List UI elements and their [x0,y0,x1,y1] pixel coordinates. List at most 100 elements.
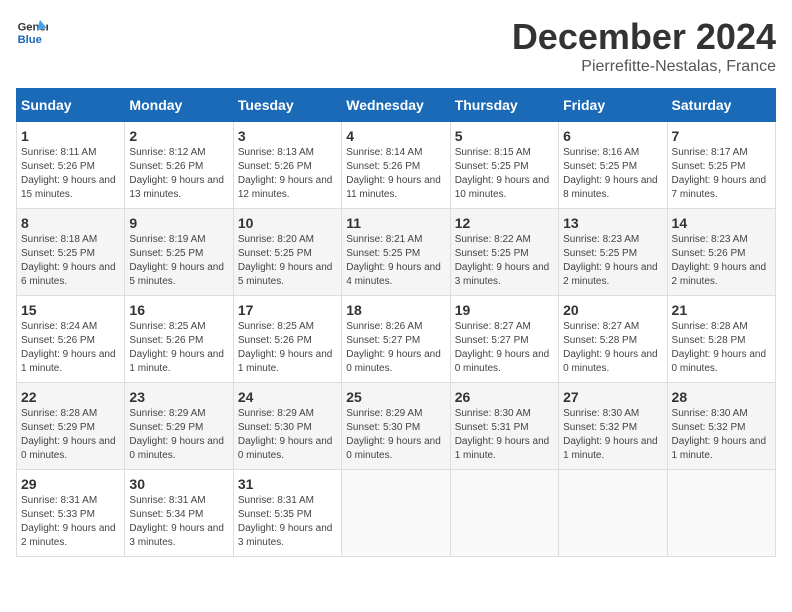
day-number: 17 [238,302,337,318]
day-number: 19 [455,302,554,318]
day-number: 4 [346,128,445,144]
calendar-cell: 27 Sunrise: 8:30 AMSunset: 5:32 PMDayligh… [559,383,667,470]
calendar-cell: 22Sunrise: 8:28 AMSunset: 5:29 PMDayligh… [17,383,125,470]
calendar-cell: 8 Sunrise: 8:18 AMSunset: 5:25 PMDaylight… [17,209,125,296]
calendar-table: SundayMondayTuesdayWednesdayThursdayFrid… [16,88,776,557]
day-number: 21 [672,302,771,318]
day-detail: Sunrise: 8:29 AMSunset: 5:29 PMDaylight:… [129,407,228,463]
day-detail: Sunrise: 8:18 AMSunset: 5:25 PMDaylight:… [21,233,120,289]
calendar-cell: 23Sunrise: 8:29 AMSunset: 5:29 PMDayligh… [125,383,233,470]
calendar-cell: 13 Sunrise: 8:23 AMSunset: 5:25 PMDayligh… [559,209,667,296]
day-detail: Sunrise: 8:16 AMSunset: 5:25 PMDaylight:… [563,146,662,202]
calendar-cell: 9 Sunrise: 8:19 AMSunset: 5:25 PMDaylight… [125,209,233,296]
calendar-cell: 12 Sunrise: 8:22 AMSunset: 5:25 PMDayligh… [450,209,558,296]
calendar-cell: 2Sunrise: 8:12 AMSunset: 5:26 PMDaylight… [125,122,233,209]
day-detail: Sunrise: 8:13 AMSunset: 5:26 PMDaylight:… [238,146,337,202]
header-monday: Monday [125,89,233,122]
day-number: 1 [21,128,120,144]
day-number: 8 [21,215,120,231]
calendar-cell: 31 Sunrise: 8:31 AMSunset: 5:35 PMDayligh… [233,470,341,557]
day-number: 15 [21,302,120,318]
calendar-cell: 26Sunrise: 8:30 AMSunset: 5:31 PMDayligh… [450,383,558,470]
day-number: 27 [563,389,662,405]
logo-icon: General Blue [16,16,48,48]
calendar-cell: 3 Sunrise: 8:13 AMSunset: 5:26 PMDaylight… [233,122,341,209]
calendar-cell: 15 Sunrise: 8:24 AMSunset: 5:26 PMDayligh… [17,296,125,383]
day-number: 24 [238,389,337,405]
week-row-1: 1 Sunrise: 8:11 AMSunset: 5:26 PMDaylight… [17,122,776,209]
week-row-3: 15 Sunrise: 8:24 AMSunset: 5:26 PMDayligh… [17,296,776,383]
day-number: 6 [563,128,662,144]
day-number: 16 [129,302,228,318]
day-detail: Sunrise: 8:15 AMSunset: 5:25 PMDaylight:… [455,146,554,202]
day-number: 9 [129,215,228,231]
day-detail: Sunrise: 8:11 AMSunset: 5:26 PMDaylight:… [21,146,120,202]
day-number: 25 [346,389,445,405]
calendar-cell: 20Sunrise: 8:27 AMSunset: 5:28 PMDayligh… [559,296,667,383]
day-detail: Sunrise: 8:29 AMSunset: 5:30 PMDaylight:… [346,407,445,463]
day-detail: Sunrise: 8:19 AMSunset: 5:25 PMDaylight:… [129,233,228,289]
day-detail: Sunrise: 8:26 AMSunset: 5:27 PMDaylight:… [346,320,445,376]
day-number: 28 [672,389,771,405]
calendar-cell [342,470,450,557]
calendar-cell: 17 Sunrise: 8:25 AMSunset: 5:26 PMDayligh… [233,296,341,383]
day-number: 30 [129,476,228,492]
day-detail: Sunrise: 8:23 AMSunset: 5:26 PMDaylight:… [672,233,771,289]
day-detail: Sunrise: 8:28 AMSunset: 5:29 PMDaylight:… [21,407,120,463]
day-number: 31 [238,476,337,492]
calendar-cell [450,470,558,557]
week-row-2: 8 Sunrise: 8:18 AMSunset: 5:25 PMDaylight… [17,209,776,296]
calendar-cell: 14 Sunrise: 8:23 AMSunset: 5:26 PMDayligh… [667,209,775,296]
day-detail: Sunrise: 8:29 AMSunset: 5:30 PMDaylight:… [238,407,337,463]
day-detail: Sunrise: 8:22 AMSunset: 5:25 PMDaylight:… [455,233,554,289]
calendar-cell: 30 Sunrise: 8:31 AMSunset: 5:34 PMDayligh… [125,470,233,557]
day-detail: Sunrise: 8:30 AMSunset: 5:32 PMDaylight:… [672,407,771,463]
month-title: December 2024 [512,16,776,58]
calendar-cell: 6 Sunrise: 8:16 AMSunset: 5:25 PMDaylight… [559,122,667,209]
calendar-cell: 4 Sunrise: 8:14 AMSunset: 5:26 PMDaylight… [342,122,450,209]
calendar-cell: 19 Sunrise: 8:27 AMSunset: 5:27 PMDayligh… [450,296,558,383]
day-number: 12 [455,215,554,231]
day-detail: Sunrise: 8:14 AMSunset: 5:26 PMDaylight:… [346,146,445,202]
day-detail: Sunrise: 8:25 AMSunset: 5:26 PMDaylight:… [238,320,337,376]
header-tuesday: Tuesday [233,89,341,122]
header-thursday: Thursday [450,89,558,122]
calendar-cell: 25 Sunrise: 8:29 AMSunset: 5:30 PMDayligh… [342,383,450,470]
day-detail: Sunrise: 8:23 AMSunset: 5:25 PMDaylight:… [563,233,662,289]
day-number: 14 [672,215,771,231]
day-detail: Sunrise: 8:17 AMSunset: 5:25 PMDaylight:… [672,146,771,202]
page-header: General Blue December 2024 Pierrefitte-N… [16,16,776,76]
svg-text:Blue: Blue [18,34,42,46]
calendar-cell: 21Sunrise: 8:28 AMSunset: 5:28 PMDayligh… [667,296,775,383]
day-detail: Sunrise: 8:27 AMSunset: 5:27 PMDaylight:… [455,320,554,376]
calendar-cell: 28 Sunrise: 8:30 AMSunset: 5:32 PMDayligh… [667,383,775,470]
location: Pierrefitte-Nestalas, France [512,58,776,76]
day-detail: Sunrise: 8:24 AMSunset: 5:26 PMDaylight:… [21,320,120,376]
week-row-4: 22Sunrise: 8:28 AMSunset: 5:29 PMDayligh… [17,383,776,470]
day-number: 3 [238,128,337,144]
day-detail: Sunrise: 8:30 AMSunset: 5:32 PMDaylight:… [563,407,662,463]
day-number: 18 [346,302,445,318]
day-number: 13 [563,215,662,231]
calendar-cell: 5 Sunrise: 8:15 AMSunset: 5:25 PMDaylight… [450,122,558,209]
day-number: 7 [672,128,771,144]
header-sunday: Sunday [17,89,125,122]
header-saturday: Saturday [667,89,775,122]
header-wednesday: Wednesday [342,89,450,122]
day-number: 10 [238,215,337,231]
day-detail: Sunrise: 8:30 AMSunset: 5:31 PMDaylight:… [455,407,554,463]
calendar-cell: 11Sunrise: 8:21 AMSunset: 5:25 PMDayligh… [342,209,450,296]
title-block: December 2024 Pierrefitte-Nestalas, Fran… [512,16,776,76]
calendar-cell: 18 Sunrise: 8:26 AMSunset: 5:27 PMDayligh… [342,296,450,383]
day-number: 29 [21,476,120,492]
day-number: 5 [455,128,554,144]
calendar-cell: 16Sunrise: 8:25 AMSunset: 5:26 PMDayligh… [125,296,233,383]
day-detail: Sunrise: 8:31 AMSunset: 5:35 PMDaylight:… [238,494,337,550]
header-row: SundayMondayTuesdayWednesdayThursdayFrid… [17,89,776,122]
calendar-cell: 1 Sunrise: 8:11 AMSunset: 5:26 PMDaylight… [17,122,125,209]
header-friday: Friday [559,89,667,122]
day-detail: Sunrise: 8:31 AMSunset: 5:34 PMDaylight:… [129,494,228,550]
day-detail: Sunrise: 8:20 AMSunset: 5:25 PMDaylight:… [238,233,337,289]
day-detail: Sunrise: 8:21 AMSunset: 5:25 PMDaylight:… [346,233,445,289]
day-number: 20 [563,302,662,318]
